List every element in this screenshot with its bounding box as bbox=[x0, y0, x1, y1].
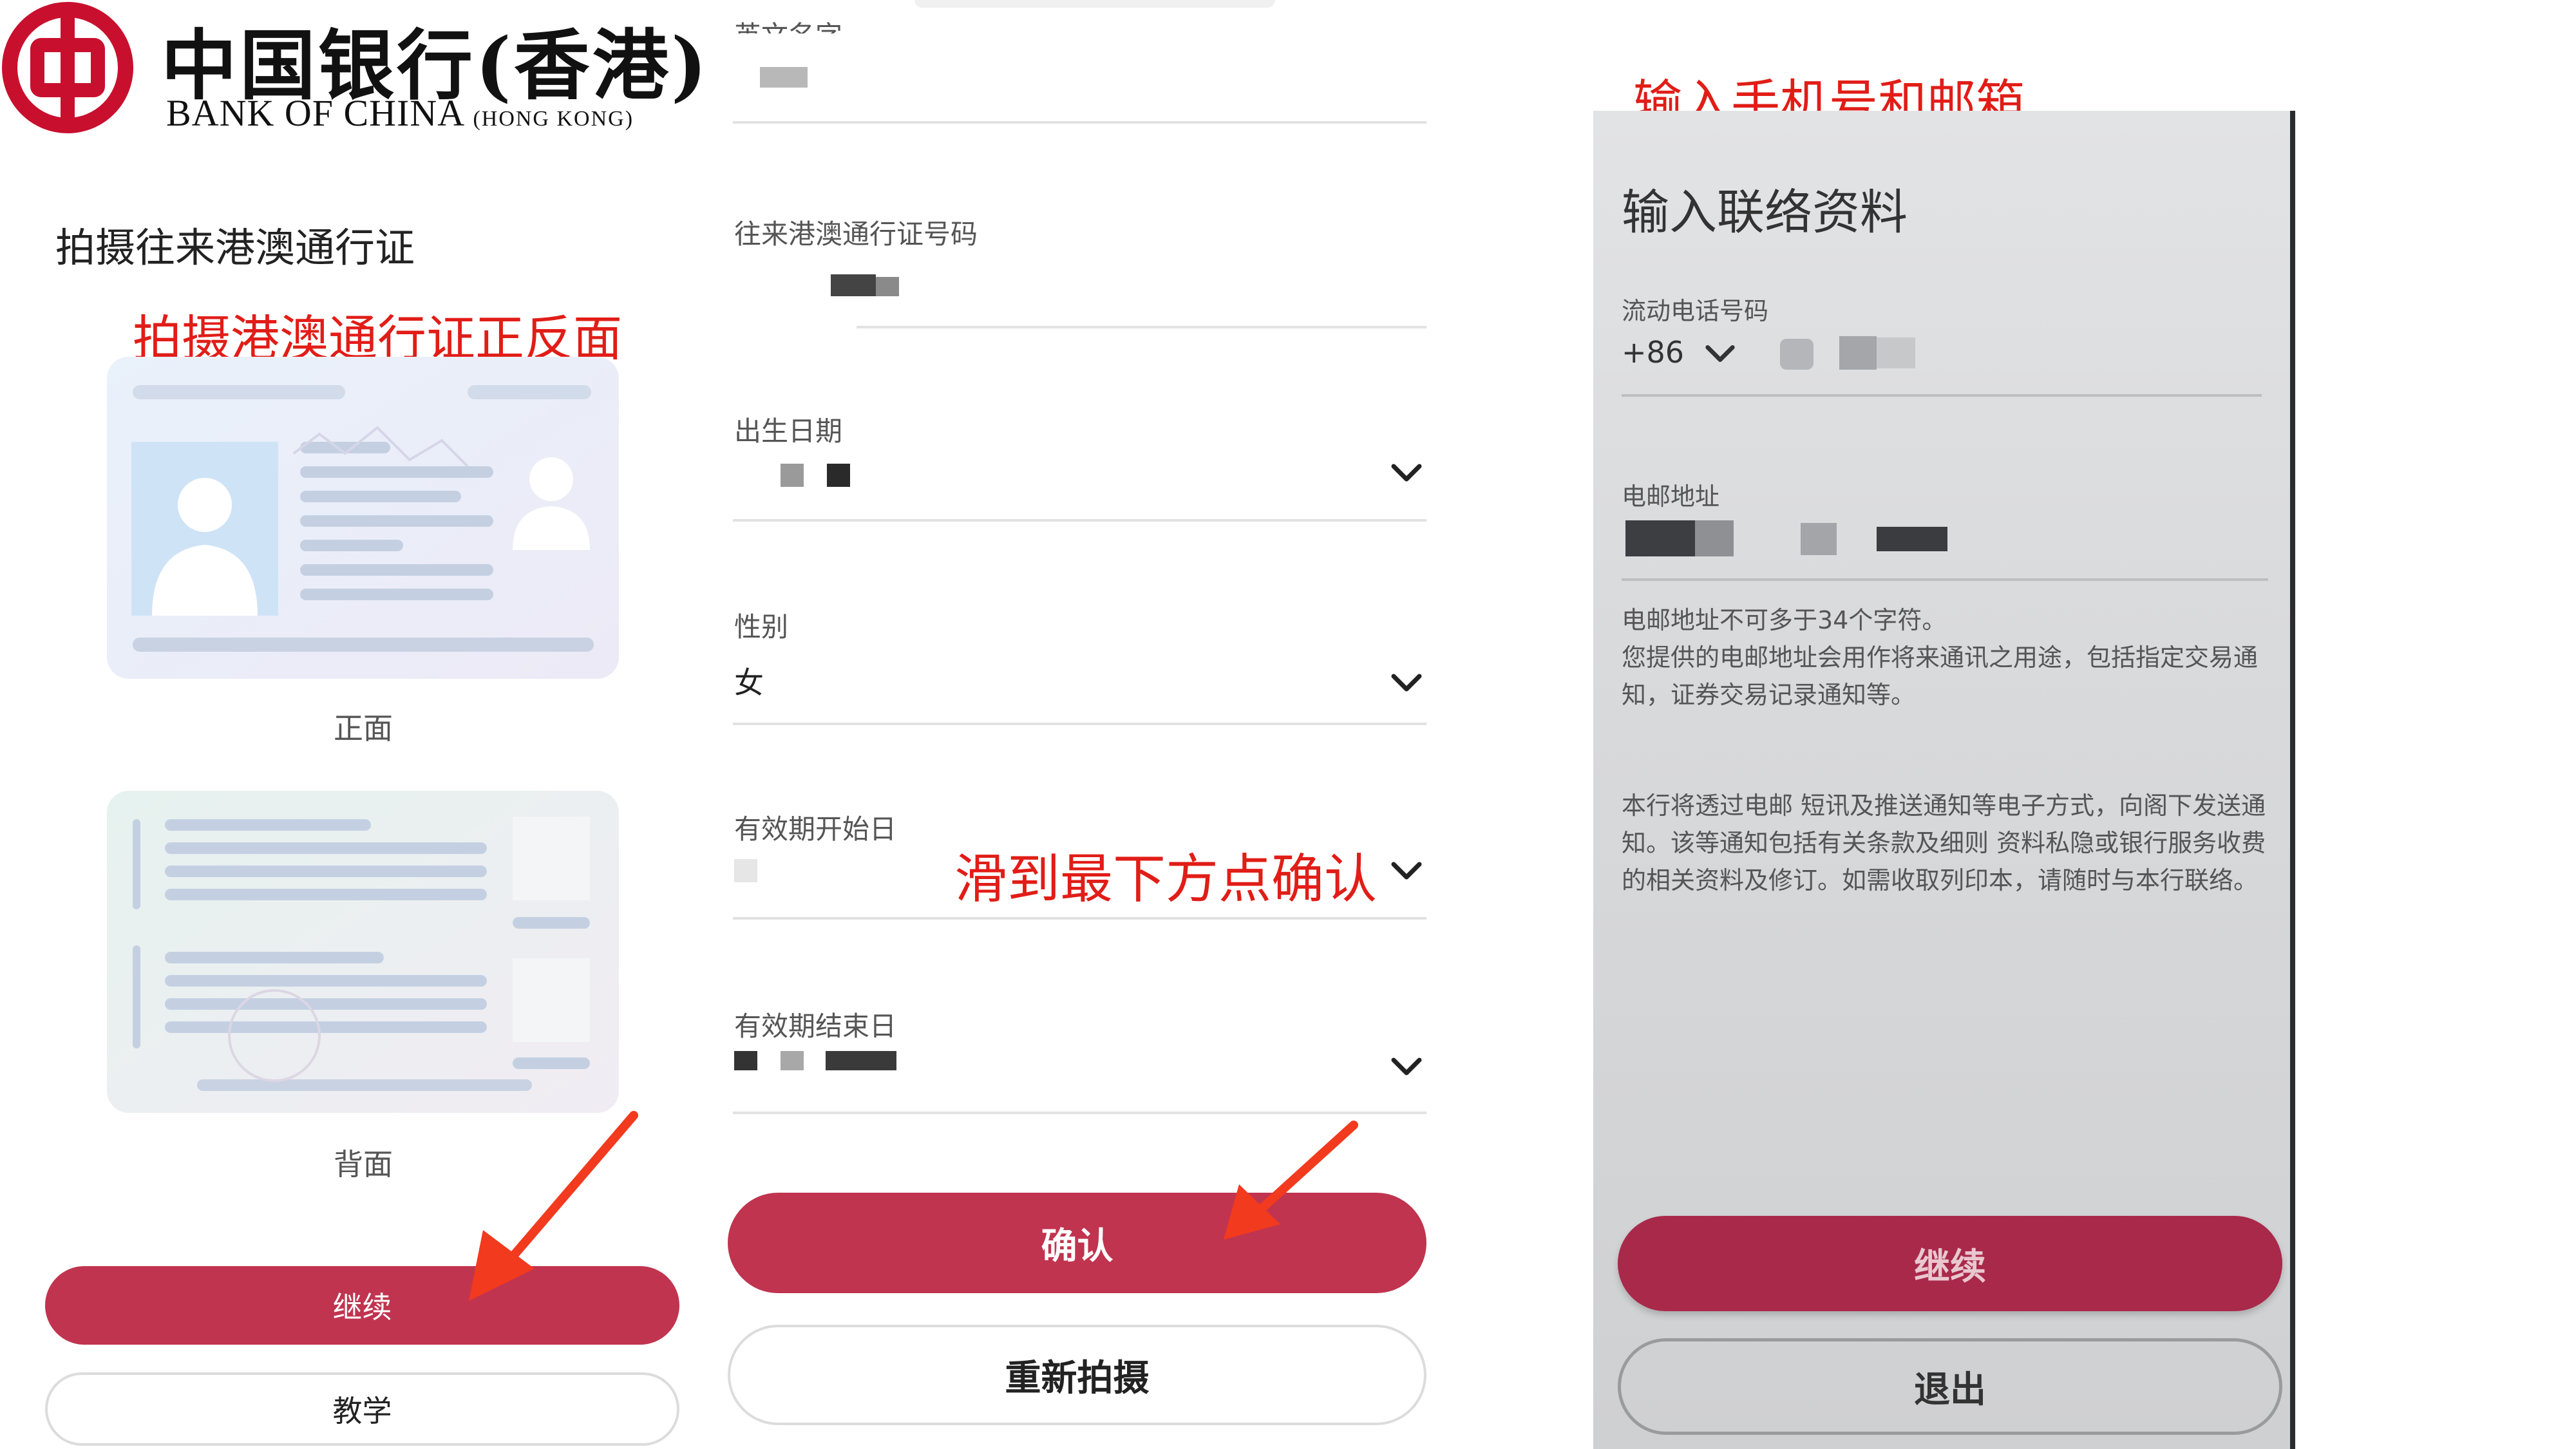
chevron-down-icon[interactable] bbox=[1703, 336, 1738, 371]
divider bbox=[857, 326, 1426, 328]
exit-button[interactable]: 退出 bbox=[1618, 1338, 2282, 1435]
redacted-block bbox=[734, 859, 757, 882]
id-card-front-illustration bbox=[107, 357, 619, 679]
gender-value[interactable]: 女 bbox=[734, 659, 764, 702]
redacted-block bbox=[1839, 336, 1877, 370]
redacted-block bbox=[1877, 337, 1915, 368]
redacted-block bbox=[1625, 520, 1695, 556]
divider bbox=[733, 1112, 1426, 1114]
country-code[interactable]: +86 bbox=[1622, 335, 1684, 370]
redacted-block bbox=[1877, 527, 1947, 551]
continue-button[interactable]: 继续 bbox=[1618, 1216, 2282, 1311]
pointer-arrow-icon bbox=[469, 1111, 638, 1301]
phone-notch-shadow bbox=[914, 0, 1275, 8]
chevron-down-icon[interactable] bbox=[1388, 1048, 1425, 1084]
email-label: 电邮地址 bbox=[1622, 482, 1720, 511]
field-label-gender: 性别 bbox=[734, 611, 789, 643]
divider bbox=[1622, 578, 2268, 581]
logo-name-en-suffix: (HONG KONG) bbox=[473, 107, 634, 131]
redacted-block bbox=[781, 464, 804, 487]
id-card-back-graphic bbox=[107, 791, 619, 1113]
retake-button[interactable]: 重新拍摄 bbox=[728, 1325, 1426, 1425]
chevron-down-icon[interactable] bbox=[1388, 853, 1425, 889]
phone-frame-edge bbox=[2290, 111, 2295, 1449]
divider bbox=[1622, 394, 2262, 397]
annotation-scroll-to-bottom: 滑到最下方点确认 bbox=[954, 849, 1378, 910]
chevron-down-icon[interactable] bbox=[1388, 665, 1425, 701]
divider bbox=[733, 917, 1426, 920]
redacted-block bbox=[826, 1051, 896, 1070]
divider bbox=[733, 723, 1426, 725]
redacted-block bbox=[827, 464, 850, 487]
redacted-block bbox=[760, 67, 808, 88]
field-label-english-name: 英文名字 bbox=[734, 14, 842, 33]
divider bbox=[733, 519, 1426, 522]
divider bbox=[733, 121, 1426, 124]
contact-info-title: 输入联络资料 bbox=[1622, 185, 1908, 240]
redacted-block bbox=[734, 1051, 757, 1070]
field-label-valid-to: 有效期结束日 bbox=[734, 1010, 897, 1042]
page-title: 拍摄往来港澳通行证 bbox=[55, 224, 415, 271]
id-card-front-graphic bbox=[107, 357, 619, 679]
redacted-block bbox=[1695, 520, 1734, 556]
mobile-number-label: 流动电话号码 bbox=[1622, 297, 1769, 325]
email-usage-note: 您提供的电邮地址会用作将来通讯之用途，包括指定交易通知，证券交易记录通知等。 bbox=[1622, 643, 2259, 709]
email-length-note: 电邮地址不可多于34个字符。 bbox=[1622, 606, 1947, 634]
redacted-block bbox=[1801, 523, 1837, 555]
redacted-block bbox=[1780, 339, 1814, 370]
field-label-pass-number: 往来港澳通行证号码 bbox=[734, 218, 978, 250]
back-caption: 背面 bbox=[334, 1147, 393, 1182]
redacted-block bbox=[831, 274, 876, 296]
id-card-back-illustration bbox=[107, 791, 619, 1113]
contact-info-screen-photo: 输入联络资料 流动电话号码 +86 电邮地址 电邮地址不可多于34个字符。 您提… bbox=[1593, 111, 2295, 1449]
chevron-down-icon[interactable] bbox=[1388, 455, 1425, 491]
redacted-block bbox=[781, 1051, 804, 1070]
logo-name-en: BANK OF CHINA (HONG KONG) bbox=[166, 91, 634, 135]
pointer-arrow-icon bbox=[1224, 1121, 1358, 1240]
field-label-valid-from: 有效期开始日 bbox=[734, 813, 897, 845]
tutorial-button[interactable]: 教学 bbox=[45, 1372, 679, 1446]
redacted-block bbox=[876, 277, 899, 296]
front-caption: 正面 bbox=[334, 711, 393, 746]
bank-of-china-logo-icon bbox=[2, 2, 133, 133]
field-label-birth-date: 出生日期 bbox=[734, 415, 843, 447]
logo-name-en-main: BANK OF CHINA bbox=[166, 92, 463, 134]
notification-disclaimer: 本行将透过电邮 短讯及推送通知等电子方式，向阁下发送通知。该等通知包括有关条款及… bbox=[1622, 791, 2266, 895]
